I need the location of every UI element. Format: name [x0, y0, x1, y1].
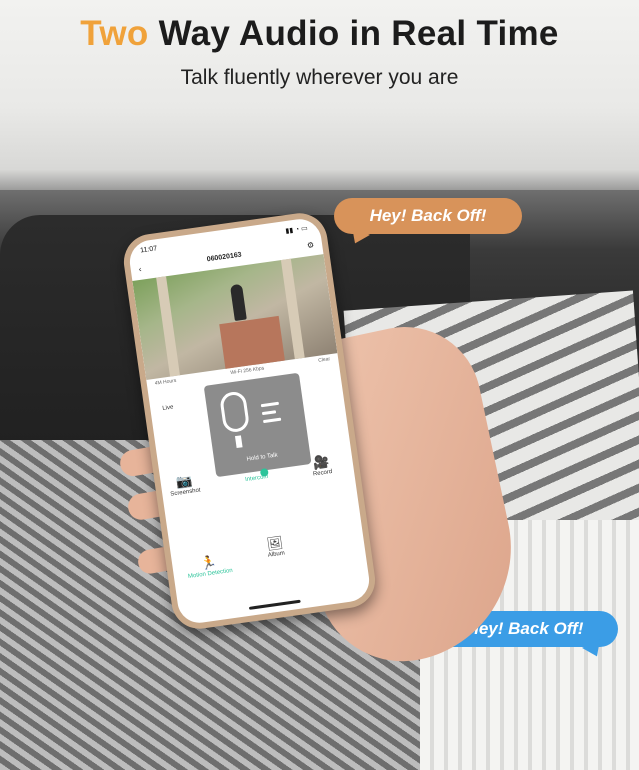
motion-detection-button[interactable]: 🏃 Motion Detection [185, 552, 233, 580]
status-time: 11:07 [139, 245, 158, 255]
subheadline: Talk fluently wherever you are [180, 66, 459, 89]
record-label: Record [312, 469, 333, 478]
promo-scene: Two Way Audio in Real Time Talk fluently… [0, 0, 639, 770]
home-indicator[interactable] [248, 599, 301, 610]
screenshot-button[interactable]: 📷 Screenshot [168, 472, 201, 498]
live-toggle[interactable]: Live [162, 404, 174, 411]
microphone-stand [234, 435, 243, 449]
speech-bubble-orange: Hey! Back Off! [334, 198, 522, 234]
headline-accent: Two [80, 14, 149, 53]
hold-to-talk-label: Hold to Talk [246, 452, 279, 463]
record-button[interactable]: 🎥 Record [310, 453, 333, 478]
headline-rest: Way Audio in Real Time [148, 14, 559, 53]
porch-pillar [280, 258, 305, 360]
camera-info-left: 4M Hours [154, 377, 177, 387]
microphone-icon [218, 390, 251, 434]
quality-clear[interactable]: Clear [318, 356, 331, 364]
device-id: 060020163 [206, 251, 243, 263]
album-button[interactable]: 🖼 Album [265, 535, 286, 559]
album-label: Album [267, 550, 286, 559]
back-arrow-icon[interactable]: ‹ [138, 264, 142, 273]
walkway [219, 315, 285, 369]
headline: Two Way Audio in Real Time [0, 14, 639, 54]
signal-battery-icon: ▮▮ ◔ ▭ [285, 225, 309, 236]
live-label: Live [162, 404, 174, 412]
visitor-figure [229, 283, 247, 322]
porch-pillar [156, 276, 180, 377]
volume-bars-icon [260, 401, 282, 428]
hold-to-talk-overlay[interactable]: Hold to Talk [203, 372, 312, 478]
settings-gear-icon[interactable]: ⚙ [306, 240, 314, 250]
